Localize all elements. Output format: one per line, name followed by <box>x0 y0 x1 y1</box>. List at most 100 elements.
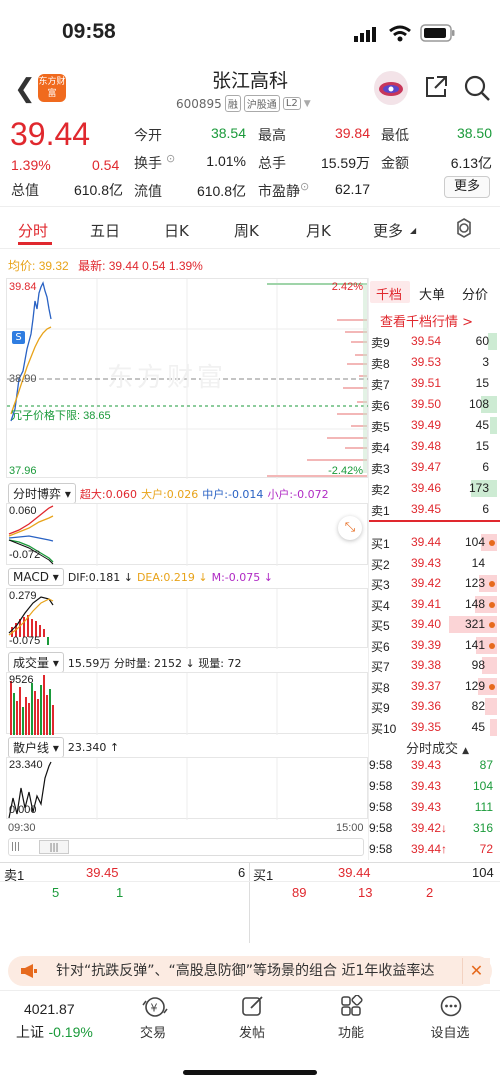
turnover-value: 1.01% <box>206 153 246 169</box>
bid-dot-icon <box>489 540 495 546</box>
retail-button[interactable]: 散户线 ▾ <box>8 737 64 758</box>
pe-label: 市盈静 <box>258 184 300 200</box>
ask-row[interactable]: 卖9 39.54 60 <box>369 331 497 352</box>
macd-button[interactable]: MACD ▾ <box>8 568 64 586</box>
bid-row[interactable]: 买9 39.36 82 <box>369 696 497 717</box>
chevron-down-icon[interactable]: ▼ <box>304 99 311 109</box>
scroll-bar[interactable]: ||| ||| <box>8 838 364 856</box>
orderbook-link[interactable]: 查看千档行情 > <box>380 311 473 330</box>
ask-row[interactable]: 卖4 39.48 15 <box>369 436 497 457</box>
close-icon[interactable]: ✕ <box>462 958 490 984</box>
retail-chart-svg <box>8 758 278 820</box>
index-value[interactable]: 4021.87 <box>24 1001 75 1017</box>
game-indicator-button[interactable]: 分时博弈 ▾ <box>8 483 76 504</box>
intraday-chart[interactable]: 39.84 38.90 37.96 2.42% -2.42% 冗子价格下限: 3… <box>6 278 369 479</box>
chart-mid-label: 38.90 <box>9 373 37 385</box>
scroll-handle[interactable]: ||| <box>39 840 69 854</box>
bid-volume: 14 <box>471 555 485 570</box>
settings-icon[interactable] <box>453 217 475 243</box>
sell-queue-item: 5 <box>52 885 60 900</box>
low-value: 38.50 <box>456 125 492 141</box>
info-icon[interactable]: ⊙ <box>300 180 309 193</box>
share-icon[interactable] <box>423 74 449 104</box>
bid-row[interactable]: 买1 39.44 104 <box>369 532 497 553</box>
game-chart-svg <box>8 504 278 566</box>
s-marker-icon[interactable]: S <box>12 331 25 344</box>
retail-top-label: 23.340 <box>9 759 43 771</box>
trade-icon[interactable]: ¥ <box>142 996 168 1022</box>
macd-chart[interactable]: 0.279 -0.075 <box>6 588 368 649</box>
tabs-top-divider <box>0 206 500 207</box>
bid-row[interactable]: 买5 39.40 321 <box>369 614 497 635</box>
buy-queue-item: 13 <box>358 885 373 900</box>
bid-volume: 45 <box>471 719 485 734</box>
tab-daily-k[interactable]: 日K <box>164 220 189 241</box>
ask-label: 卖7 <box>371 378 390 392</box>
float-value: 610.8亿 <box>196 183 246 199</box>
nav-function[interactable]: 功能 <box>316 1022 386 1041</box>
price-limit-label: 冗子价格下限: 38.65 <box>11 410 111 422</box>
orderbook-tab-bigorder[interactable]: 大单 <box>419 284 445 303</box>
volume-button[interactable]: 成交量 ▾ <box>8 652 64 673</box>
open-label: 今开 <box>134 128 162 144</box>
orderbook-tab-price[interactable]: 分价 <box>462 284 488 303</box>
tab-weekly-k[interactable]: 周K <box>234 220 259 241</box>
ask-row[interactable]: 卖7 39.51 15 <box>369 373 497 394</box>
trade-volume: 316 <box>472 821 493 835</box>
tab-five-day[interactable]: 五日 <box>90 220 120 241</box>
avatar[interactable] <box>374 71 408 105</box>
nav-add-watchlist[interactable]: 设自选 <box>415 1022 485 1041</box>
nav-trade[interactable]: 交易 <box>118 1022 188 1041</box>
macd-header: MACD ▾ DIF:0.181 ↓ DEA:0.219 ↓ M:-0.075 … <box>8 568 273 586</box>
info-icon[interactable]: ⊙ <box>166 152 175 165</box>
function-icon[interactable] <box>340 994 364 1021</box>
game-large: 大户:0.026 <box>141 487 199 501</box>
level1-sell-vol: 6 <box>238 865 246 880</box>
orderbook-tab-level[interactable]: 千档 <box>376 284 402 303</box>
expand-icon[interactable]: ⤡ <box>338 516 362 540</box>
trade-volume: 72 <box>479 842 493 856</box>
ask-row[interactable]: 卖5 39.49 45 <box>369 415 497 436</box>
watermark: 东方财富 <box>107 363 228 393</box>
bid-row[interactable]: 买6 39.39 141 <box>369 635 497 656</box>
bid-row[interactable]: 买2 39.43 14 <box>369 553 497 574</box>
trade-row: 9:58 39.43 111 <box>369 797 497 818</box>
bid-dot-icon <box>489 622 495 628</box>
search-icon[interactable] <box>463 74 491 106</box>
trade-row: 9:58 39.42↓ 316 <box>369 818 497 839</box>
bid-label: 买7 <box>371 660 390 674</box>
bid-row[interactable]: 买8 39.37 129 <box>369 676 497 697</box>
float-value-label: 流值 <box>134 184 162 200</box>
game-chart[interactable]: 0.060 -0.072 ⤡ <box>6 503 368 566</box>
ask-row[interactable]: 卖3 39.47 6 <box>369 457 497 478</box>
tab-monthly-k[interactable]: 月K <box>306 220 331 241</box>
promo-notice[interactable]: 针对“抗跌反弹”、“高股息防御”等场景的组合 近1年收益率达 <box>8 956 492 986</box>
bid-volume: 98 <box>471 658 485 672</box>
retail-chart[interactable]: 23.340 0.000 <box>6 757 368 820</box>
game-top-label: 0.060 <box>9 505 37 517</box>
bid-row[interactable]: 买7 39.38 98 <box>369 655 497 676</box>
ask-row[interactable]: 卖8 39.53 3 <box>369 352 497 373</box>
volume-value: 15.59万 <box>320 155 370 171</box>
sell-queue-item: 1 <box>116 885 124 900</box>
more-dots-icon[interactable] <box>439 995 463 1021</box>
trade-row: 9:58 39.43 87 <box>369 755 497 776</box>
trade-price: 39.44↑ <box>411 842 448 856</box>
bid-row[interactable]: 买3 39.42 123 <box>369 573 497 594</box>
game-super-large: 超大:0.060 <box>79 487 138 501</box>
bid-row[interactable]: 买4 39.41 148 <box>369 594 497 615</box>
tab-more[interactable]: 更多 <box>373 220 403 241</box>
nav-post[interactable]: 发帖 <box>217 1022 287 1041</box>
ask-row[interactable]: 卖2 39.46 173 <box>369 478 497 499</box>
more-button[interactable]: 更多 <box>444 176 490 198</box>
volume-chart[interactable]: 9526 <box>6 672 368 735</box>
chart-low-label: 37.96 <box>9 465 37 477</box>
index-row[interactable]: 上证 -0.19% <box>16 1022 93 1042</box>
ask-row[interactable]: 卖6 39.50 108 <box>369 394 497 415</box>
tab-intraday[interactable]: 分时 <box>18 220 48 241</box>
ask-label: 卖8 <box>371 357 390 371</box>
scroll-left-handle[interactable]: ||| <box>11 840 20 854</box>
bid-row[interactable]: 买10 39.35 45 <box>369 717 497 738</box>
ask-row[interactable]: 卖1 39.45 6 <box>369 499 497 520</box>
post-icon[interactable] <box>241 995 265 1021</box>
